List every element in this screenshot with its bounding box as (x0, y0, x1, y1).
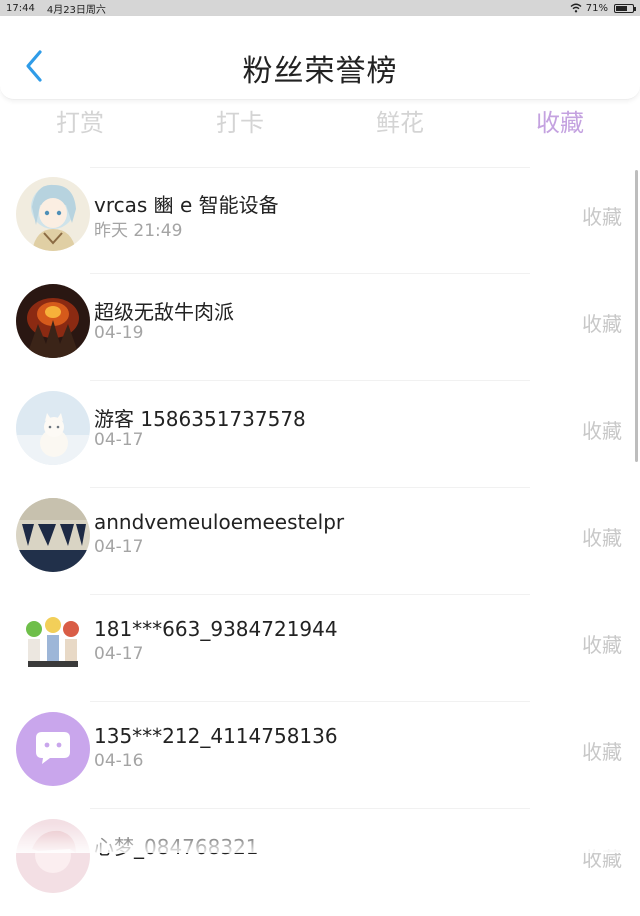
text-art-avatar-icon (16, 498, 90, 572)
fan-date: 04-17 (94, 537, 143, 557)
fan-date: 昨天 21:49 (94, 216, 182, 241)
favorite-label: 收藏 (582, 522, 622, 551)
list-item[interactable]: 游客 1586351737578 04-17 收藏 (0, 381, 640, 488)
favorite-label: 收藏 (582, 201, 622, 230)
fan-name: 游客 1586351737578 (94, 403, 306, 432)
status-date: 4月23日周六 (47, 1, 106, 16)
anime-girl-avatar-icon (16, 177, 90, 251)
avatar (16, 177, 90, 251)
pink-avatar-icon (16, 819, 90, 893)
list-item[interactable]: 135***212_4114758136 04-16 收藏 (0, 702, 640, 809)
avatar (16, 391, 90, 465)
avatar (16, 712, 90, 786)
list-item[interactable]: 181***663_9384721944 04-17 收藏 (0, 595, 640, 702)
avatar (16, 498, 90, 572)
scrollbar[interactable] (635, 170, 638, 462)
fan-name: 135***212_4114758136 (94, 724, 338, 748)
favorite-label: 收藏 (582, 843, 622, 872)
fan-name: vrcas 豳 e 智能设备 (94, 189, 279, 218)
favorite-label: 收藏 (582, 415, 622, 444)
cat-avatar-icon (16, 391, 90, 465)
list-item[interactable]: anndvemeuloemeestelpr 04-17 收藏 (0, 488, 640, 595)
list-item[interactable]: vrcas 豳 e 智能设备 昨天 21:49 收藏 (0, 167, 640, 274)
favorite-label: 收藏 (582, 308, 622, 337)
fan-date: 04-17 (94, 430, 143, 450)
favorite-label: 收藏 (582, 736, 622, 765)
tab-favorites[interactable]: 收藏 (480, 100, 640, 146)
avatar (16, 605, 90, 679)
fan-name: anndvemeuloemeestelpr (94, 510, 344, 534)
wifi-icon (570, 3, 582, 13)
status-bar: 17:44 4月23日周六 71% (0, 0, 640, 16)
fan-name: 181***663_9384721944 (94, 617, 338, 641)
fan-list: vrcas 豳 e 智能设备 昨天 21:49 收藏 超级无敌牛肉派 04-19… (0, 167, 640, 916)
status-right: 71% (570, 3, 634, 14)
status-time: 17:44 (6, 3, 35, 14)
list-item[interactable]: 超级无敌牛肉派 04-19 收藏 (0, 274, 640, 381)
nav-bar: 粉丝荣誉榜 (0, 16, 640, 100)
battery-icon (614, 4, 634, 13)
fan-name: 超级无敌牛肉派 (94, 296, 234, 325)
fan-name: 心梦_084768321 (94, 831, 259, 860)
tab-checkin[interactable]: 打卡 (160, 100, 320, 146)
fan-date: 04-16 (94, 751, 143, 771)
favorite-label: 收藏 (582, 629, 622, 658)
tab-bar: 打赏 打卡 鲜花 收藏 (0, 100, 640, 146)
anime-group-avatar-icon (16, 605, 90, 679)
avatar (16, 819, 90, 893)
fire-avatar-icon (16, 284, 90, 358)
chat-bubble-avatar-icon (16, 712, 90, 786)
tab-reward[interactable]: 打赏 (0, 100, 160, 146)
fan-date: 04-17 (94, 644, 143, 664)
list-item[interactable]: 心梦_084768321 收藏 (0, 809, 640, 916)
avatar (16, 284, 90, 358)
page-title: 粉丝荣誉榜 (0, 46, 640, 90)
fan-date: 04-19 (94, 323, 143, 343)
tab-flowers[interactable]: 鲜花 (320, 100, 480, 146)
battery-percent: 71% (586, 3, 608, 14)
